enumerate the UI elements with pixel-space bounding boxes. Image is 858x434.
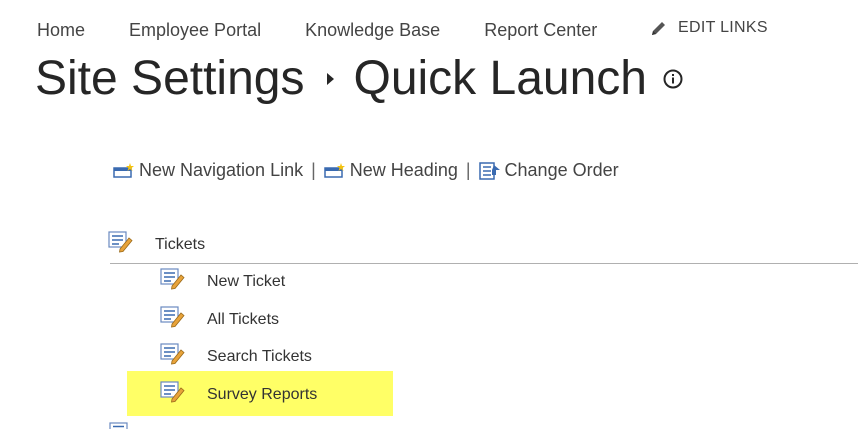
edit-item-icon (160, 343, 186, 370)
nav-link-search-tickets[interactable]: Search Tickets (160, 343, 312, 370)
nav-heading-tickets[interactable]: Tickets (108, 231, 205, 258)
nav-link-label: All Tickets (207, 310, 280, 328)
next-heading-edit-icon[interactable] (109, 416, 135, 434)
nav-link-label: Search Tickets (207, 347, 312, 365)
nav-link-new-ticket[interactable]: New Ticket (160, 268, 285, 295)
edit-item-icon (108, 231, 134, 258)
edit-item-icon (160, 306, 186, 333)
quick-launch-tree: Tickets New Ticket All Tickets Search Ti… (0, 0, 858, 432)
edit-item-icon (160, 268, 186, 295)
edit-item-icon (160, 381, 186, 408)
nav-link-label: New Ticket (207, 272, 286, 290)
heading-divider (110, 263, 858, 264)
nav-link-survey-reports[interactable]: Survey Reports (160, 381, 317, 408)
nav-heading-label: Tickets (155, 235, 206, 253)
nav-link-label: Survey Reports (207, 385, 318, 403)
nav-link-all-tickets[interactable]: All Tickets (160, 306, 279, 333)
